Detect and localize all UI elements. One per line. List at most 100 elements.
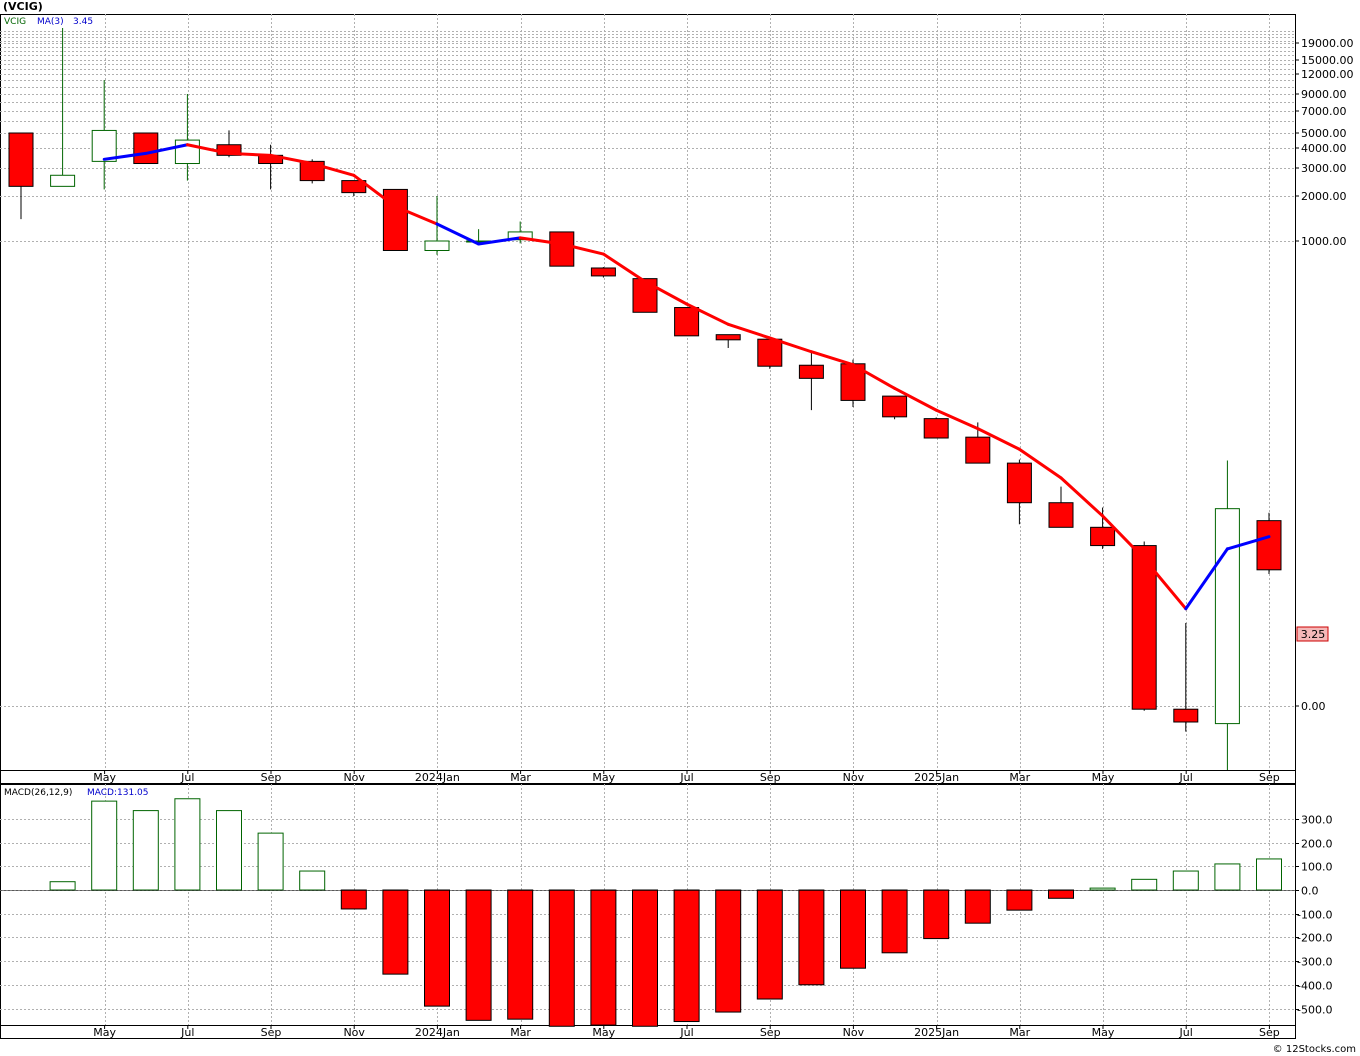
macd-bar (174, 798, 201, 891)
candle-body (549, 231, 575, 267)
price-x-tick-label: Jul (679, 771, 693, 784)
macd-x-tick-label: 2025Jan (914, 1026, 959, 1039)
macd-bar (465, 889, 492, 1021)
macd-legend-value: MACD:131.05 (87, 788, 149, 798)
price-x-tick-label: 2025Jan (914, 771, 959, 784)
candle-body (1173, 708, 1199, 723)
macd-x-tick-label: Jul (679, 1026, 693, 1039)
candle-body (590, 267, 616, 277)
macd-bar (798, 889, 825, 986)
candle-body (8, 132, 34, 187)
price-y-tick-label: 4000.00 (1301, 142, 1347, 155)
macd-bar (382, 889, 409, 975)
macd-bar (1131, 878, 1158, 891)
macd-x-tick-label: Jul (1179, 1026, 1193, 1039)
candle-body (798, 364, 824, 379)
price-x-tick-label: May (592, 771, 615, 784)
candle-body (1256, 520, 1282, 571)
macd-bar (673, 889, 700, 1023)
macd-x-tick-label: May (592, 1026, 615, 1039)
candle-body (882, 395, 908, 418)
price-x-tick-label: Nov (343, 771, 365, 784)
macd-x-tick-label: Sep (760, 1026, 781, 1039)
price-y-tick-label: 12000.00 (1301, 68, 1354, 81)
macd-y-tick-label: 300.0 (1301, 814, 1333, 827)
macd-legend-label: MACD(26,12,9) (4, 788, 72, 798)
macd-bar (340, 889, 367, 910)
macd-bar (756, 889, 783, 1000)
macd-x-tick-label: Mar (510, 1026, 531, 1039)
macd-bar (590, 889, 617, 1026)
price-y-tick-label: 7000.00 (1301, 105, 1347, 118)
macd-bar (923, 889, 950, 940)
price-x-tick-label: Jul (1179, 771, 1193, 784)
candle-body (133, 132, 159, 165)
macd-y-tick-label: -200.0 (1297, 932, 1332, 945)
macd-y-tick-label: -500.0 (1297, 1004, 1332, 1017)
price-legend-ma-label: MA(3) (37, 17, 64, 27)
macd-bar (840, 889, 866, 969)
macd-y-tick-label: 0.0 (1301, 885, 1319, 898)
price-y-tick-label: 1000.00 (1301, 235, 1347, 248)
macd-x-tick-label: Nov (843, 1026, 865, 1039)
last-price-label: 3.25 (1301, 628, 1326, 641)
price-legend-symbol: VCIG (4, 17, 26, 27)
candle-body (1006, 462, 1032, 504)
macd-bar (91, 800, 118, 891)
macd-bar (507, 889, 534, 1020)
macd-bar (1214, 863, 1241, 891)
macd-bar (257, 832, 284, 891)
price-y-tick-label: 2000.00 (1301, 190, 1347, 203)
macd-y-tick-label: 100.0 (1301, 861, 1333, 874)
macd-x-tick-label: May (1092, 1026, 1115, 1039)
macd-bar (49, 881, 76, 891)
candle-body (965, 436, 991, 464)
macd-bar (424, 889, 450, 1007)
macd-bar (632, 889, 658, 1027)
candle-body (50, 174, 76, 187)
macd-x-tick-label: May (93, 1026, 116, 1039)
macd-y-tick-label: -300.0 (1297, 956, 1332, 969)
macd-x-tick-label: Jul (180, 1026, 194, 1039)
price-y-tick-label: 3000.00 (1301, 162, 1347, 175)
price-y-tick-label: 19000.00 (1301, 37, 1354, 50)
price-x-tick-label: Nov (843, 771, 865, 784)
price-legend-ma-value: 3.45 (73, 17, 93, 27)
candle-body (674, 307, 700, 337)
macd-bar (132, 810, 159, 891)
price-x-tick-label: Jul (180, 771, 194, 784)
price-y-tick-label: 5000.00 (1301, 127, 1347, 140)
candle-body (923, 418, 949, 439)
price-x-tick-label: Sep (1259, 771, 1280, 784)
price-panel-frame (0, 14, 1296, 771)
macd-bar (964, 889, 991, 924)
ma-line-segment (227, 151, 273, 157)
macd-bar (216, 810, 242, 891)
price-x-tick-label: Sep (760, 771, 781, 784)
candle-body (424, 240, 450, 251)
credit-text: © 12Stocks.com (1272, 1044, 1356, 1055)
macd-bar (1006, 889, 1033, 911)
price-x-tick-label: May (1092, 771, 1115, 784)
macd-bar (715, 889, 742, 1013)
macd-bar (1048, 889, 1074, 899)
macd-x-tick-label: Sep (1259, 1026, 1280, 1039)
chart-canvas: 19000.00 15000.0012000.00 9000.00 7000.00 50… (0, 14, 1354, 1039)
macd-x-tick-label: Mar (1009, 1026, 1030, 1039)
macd-x-tick-label: 2024Jan (415, 1026, 460, 1039)
macd-y-tick-label: -100.0 (1297, 909, 1332, 922)
macd-bar (548, 889, 575, 1027)
price-x-tick-label: 2024Jan (415, 771, 460, 784)
price-x-tick-label: Mar (1009, 771, 1030, 784)
price-x-tick-label: Mar (510, 771, 531, 784)
candle-body (757, 338, 783, 367)
price-x-tick-label: Sep (261, 771, 282, 784)
macd-x-tick-label: Sep (261, 1026, 282, 1039)
macd-bar (1089, 887, 1116, 891)
price-y-tick-label: 9000.00 (1301, 88, 1347, 101)
macd-y-tick-label: -400.0 (1297, 980, 1332, 993)
macd-bar (1256, 858, 1282, 891)
candle-body (1214, 508, 1240, 725)
macd-bar (881, 889, 908, 954)
price-x-tick-label: May (93, 771, 116, 784)
